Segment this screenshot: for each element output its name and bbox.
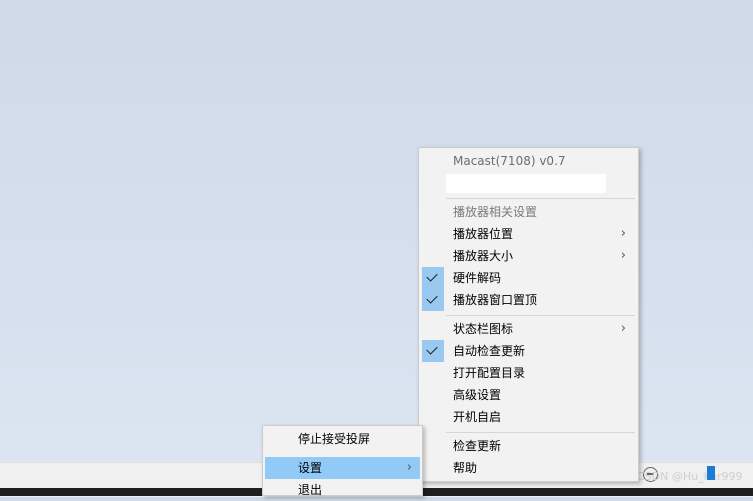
menu-item-exit[interactable]: 退出	[265, 479, 420, 501]
app-tray-icon[interactable]	[707, 466, 715, 480]
menu-item-label: 自动检查更新	[453, 344, 526, 358]
ip-address-field	[446, 174, 606, 193]
menu-item-autostart[interactable]: 开机自启	[421, 406, 636, 428]
checkmark-icon	[422, 340, 444, 362]
menu-item-label: 播放器窗口置顶	[453, 293, 538, 307]
menu-separator	[446, 198, 635, 199]
tray-context-menu: 停止接受投屏 设置 › 退出	[262, 425, 423, 497]
menu-item-label: 检查更新	[453, 439, 502, 453]
chevron-right-icon: ›	[406, 460, 412, 475]
menu-item-auto-check-update[interactable]: 自动检查更新	[421, 340, 636, 362]
menu-item-player-window-on-top[interactable]: 播放器窗口置顶	[421, 289, 636, 311]
menu-item-help[interactable]: 帮助	[421, 457, 636, 479]
menu-item-label: 硬件解码	[453, 271, 502, 285]
settings-submenu: Macast(7108) v0.7 播放器相关设置 播放器位置 › 播放器大小 …	[418, 147, 639, 482]
chevron-right-icon: ›	[620, 321, 626, 336]
menu-item-label: 设置	[298, 461, 323, 475]
menu-item-advanced-settings[interactable]: 高级设置	[421, 384, 636, 406]
menu-item-label: 打开配置目录	[453, 366, 526, 380]
menu-item-player-size[interactable]: 播放器大小 ›	[421, 245, 636, 267]
menu-item-label: 高级设置	[453, 388, 502, 402]
menu-item-label: 停止接受投屏	[298, 432, 371, 446]
menu-item-label: 播放器大小	[453, 249, 514, 263]
checkmark-icon	[422, 289, 444, 311]
menu-item-label: 状态栏图标	[453, 322, 514, 336]
chevron-right-icon: ›	[620, 226, 626, 241]
chevron-right-icon: ›	[620, 248, 626, 263]
watermark: CSDN @Hu_Ker999	[637, 470, 743, 483]
menu-item-label: 播放器位置	[453, 227, 514, 241]
menu-item-label: 退出	[298, 483, 323, 497]
menu-item-stop-receiving[interactable]: 停止接受投屏	[265, 428, 420, 450]
checkmark-icon	[422, 267, 444, 289]
menu-item-hardware-decoding[interactable]: 硬件解码	[421, 267, 636, 289]
menu-item-player-position[interactable]: 播放器位置 ›	[421, 223, 636, 245]
menu-item-label: 开机自启	[453, 410, 502, 424]
menu-separator	[446, 432, 635, 433]
menu-separator	[446, 315, 635, 316]
menu-item-check-update[interactable]: 检查更新	[421, 435, 636, 457]
menu-item-label: 帮助	[453, 461, 478, 475]
app-version-title: Macast(7108) v0.7	[453, 154, 566, 168]
menu-item-settings[interactable]: 设置 ›	[265, 457, 420, 479]
player-settings-header: 播放器相关设置	[453, 205, 538, 219]
menu-item-status-bar-icon[interactable]: 状态栏图标 ›	[421, 318, 636, 340]
menu-item-open-config-dir[interactable]: 打开配置目录	[421, 362, 636, 384]
